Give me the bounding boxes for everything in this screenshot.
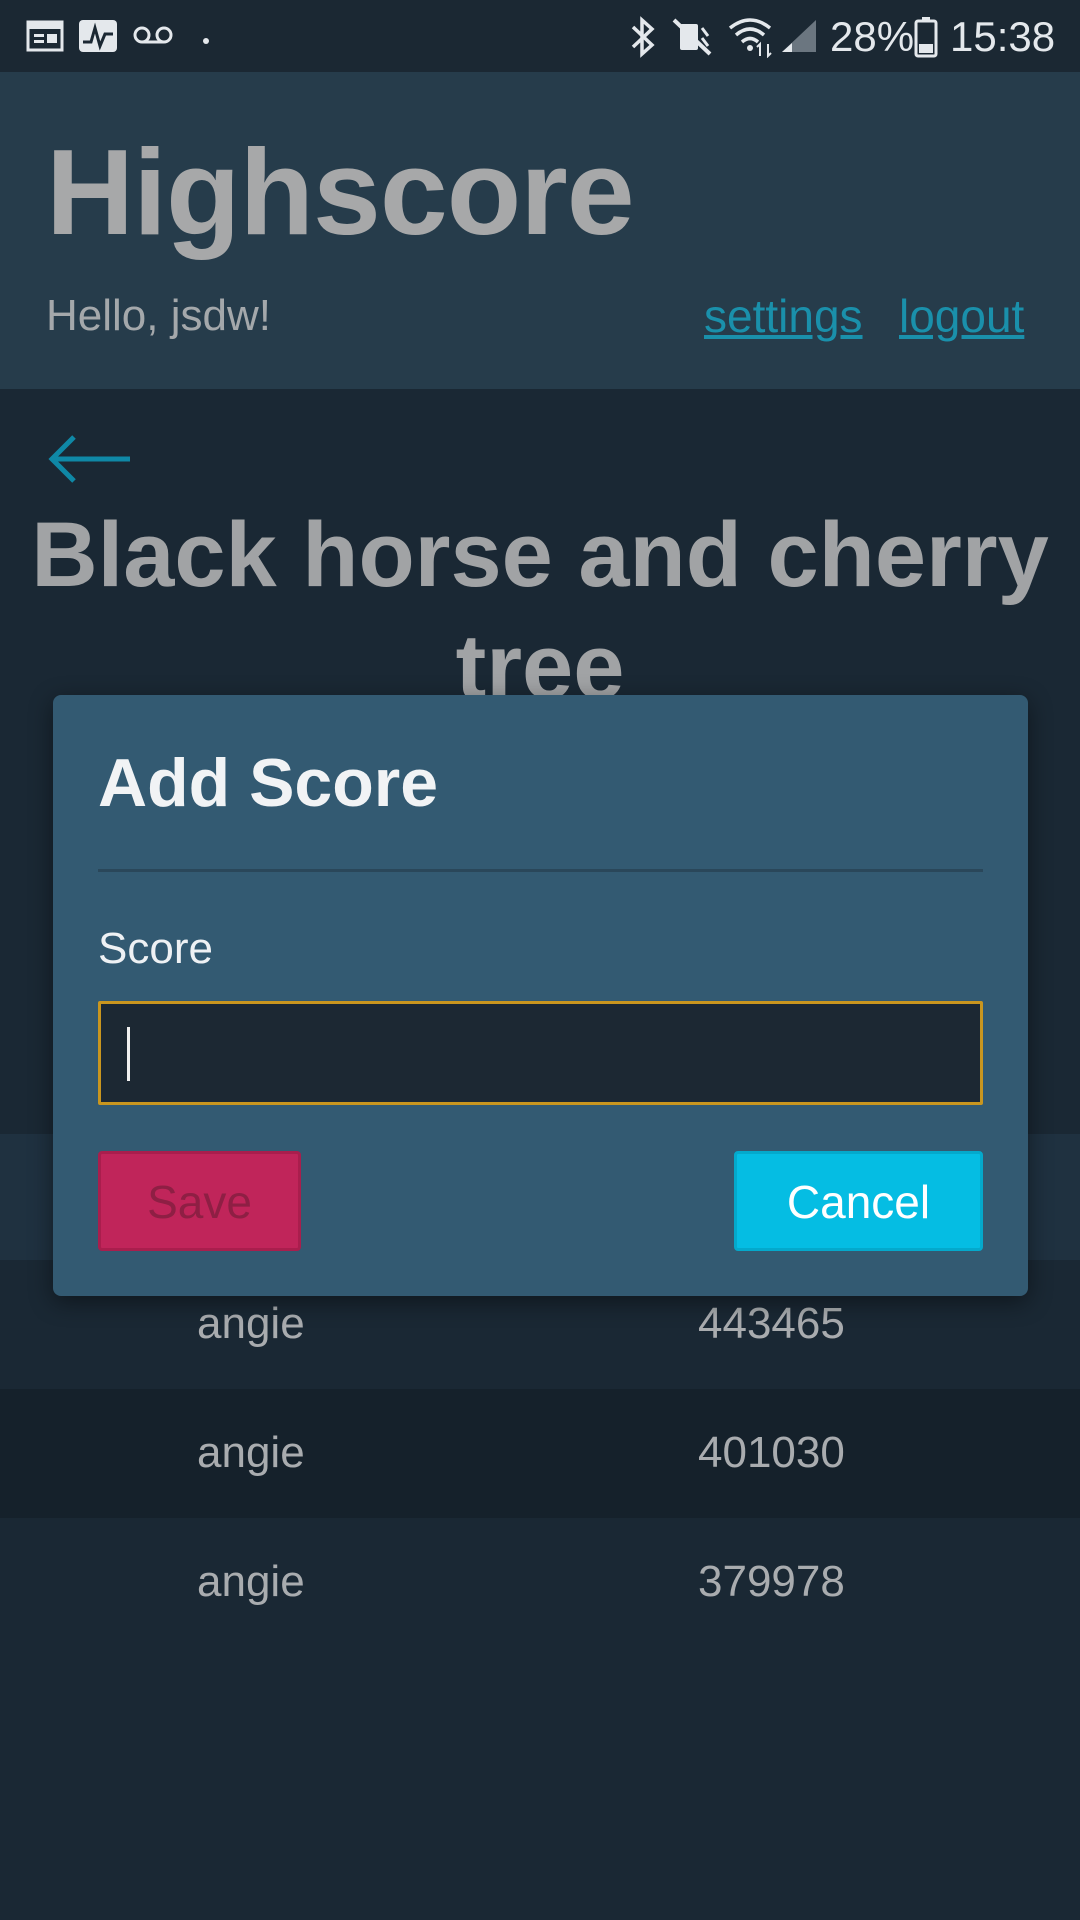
table-row: angie 379978 — [0, 1518, 1080, 1647]
activity-icon — [78, 18, 120, 59]
player-score: 379978 — [698, 1557, 845, 1606]
table-row: angie 401030 — [0, 1389, 1080, 1518]
settings-link[interactable]: settings — [704, 286, 863, 346]
score-input[interactable] — [98, 1001, 983, 1105]
add-score-dialog: Add Score Score Save Cancel — [53, 695, 1028, 1296]
status-bar: 28% 15:38 — [0, 0, 1080, 72]
save-button[interactable]: Save — [98, 1151, 301, 1251]
page-title: Black horse and cherry tree — [31, 504, 1049, 718]
calendar-icon — [26, 18, 66, 59]
battery-percent: 28% — [830, 13, 915, 60]
dialog-divider — [98, 869, 983, 872]
player-score: 443465 — [698, 1299, 845, 1348]
text-caret — [127, 1027, 130, 1081]
voicemail-icon — [133, 24, 173, 53]
player-name: angie — [197, 1557, 305, 1606]
player-score: 401030 — [698, 1428, 845, 1477]
signal-icon — [780, 18, 820, 59]
app-header: Highscore Hello, jsdw! settings logout — [0, 72, 1080, 389]
dialog-title: Add Score — [98, 745, 439, 821]
logout-link[interactable]: logout — [899, 286, 1024, 346]
player-name: angie — [197, 1299, 305, 1348]
greeting-text: Hello, jsdw! — [46, 291, 271, 340]
app-title: Highscore — [46, 124, 635, 260]
dot-icon — [202, 32, 210, 50]
mute-icon — [670, 16, 714, 63]
score-field-label: Score — [98, 924, 213, 973]
battery-icon — [914, 16, 938, 63]
back-arrow-icon[interactable] — [46, 429, 136, 494]
wifi-icon — [726, 14, 774, 63]
player-name: angie — [197, 1428, 305, 1477]
clock: 15:38 — [950, 13, 1056, 60]
bluetooth-icon — [628, 16, 658, 63]
cancel-button[interactable]: Cancel — [734, 1151, 983, 1251]
